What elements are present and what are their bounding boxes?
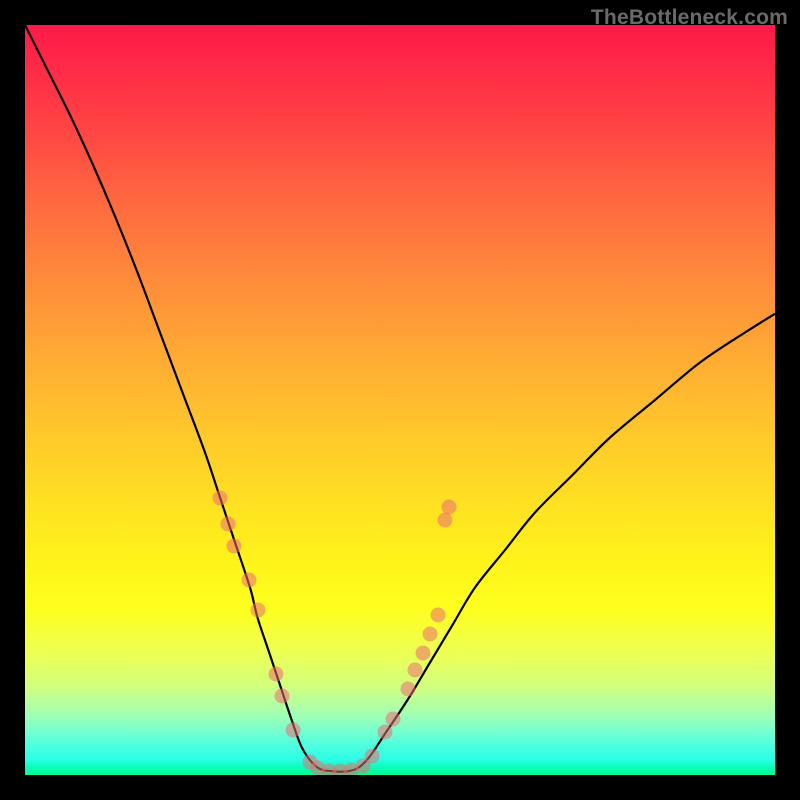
watermark-text: TheBottleneck.com [591,6,788,30]
chart-frame: TheBottleneck.com [0,0,800,800]
heat-gradient-background [25,25,775,775]
plot-area [25,25,775,775]
